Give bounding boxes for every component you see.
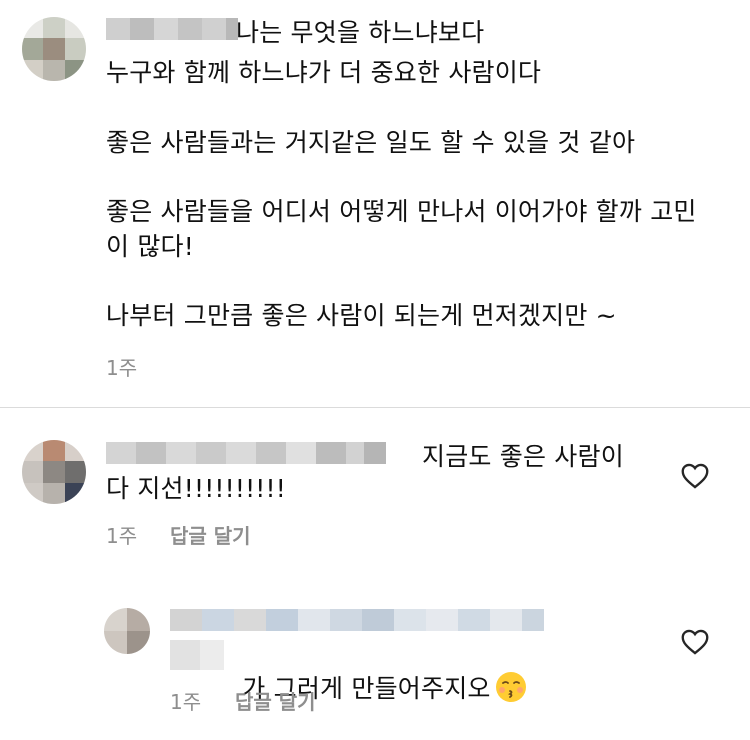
- comment-time: 1주: [106, 356, 138, 380]
- comment-line: 나는 무엇을 하느냐보다: [236, 18, 485, 47]
- username-redacted[interactable]: [106, 18, 238, 40]
- avatar[interactable]: [22, 17, 86, 81]
- comment-text: 다 지선!!!!!!!!!!: [106, 474, 286, 503]
- comment-line: 누구와 함께 하느냐가 더 중요한 사람이다: [106, 58, 542, 87]
- divider: [0, 407, 750, 408]
- comment-line: 나부터 그만큼 좋은 사람이 되는게 먼저겠지만 ~: [106, 301, 617, 330]
- username-redacted[interactable]: [106, 442, 386, 464]
- heart-icon[interactable]: [681, 629, 709, 655]
- comment-time: 1주: [170, 690, 202, 714]
- comment-line: 좋은 사람들과는 거지같은 일도 할 수 있을 것 같아: [106, 128, 636, 157]
- heart-icon[interactable]: [681, 463, 709, 489]
- username-redacted: [170, 640, 224, 670]
- avatar[interactable]: [104, 608, 150, 654]
- comment-text: 지금도 좋은 사람이: [422, 442, 624, 471]
- avatar[interactable]: [22, 440, 86, 504]
- reply-button[interactable]: 답글 달기: [235, 686, 316, 715]
- reply-button[interactable]: 답글 달기: [170, 520, 251, 549]
- comment-line: 이 많다!: [106, 232, 194, 261]
- username-redacted[interactable]: [170, 609, 544, 631]
- comment-line: 좋은 사람들을 어디서 어떻게 만나서 이어가야 할까 고민: [106, 197, 697, 226]
- kissing-face-emoji: [495, 672, 526, 702]
- comment-time: 1주: [106, 524, 138, 548]
